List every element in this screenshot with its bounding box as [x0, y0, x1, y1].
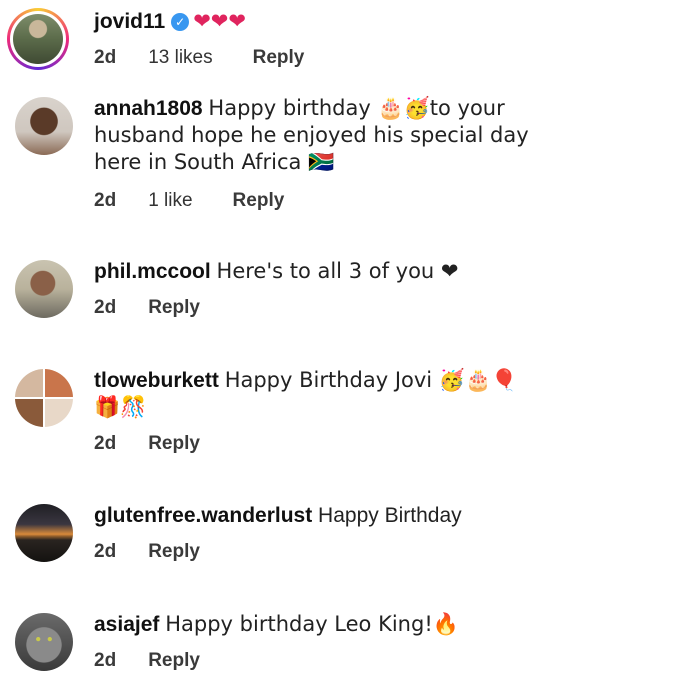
avatar[interactable] [7, 8, 69, 70]
comment-age: 2d [94, 190, 117, 211]
comment-username[interactable]: annah1808 [94, 97, 203, 120]
comment-meta: 2d Reply [94, 650, 660, 672]
comment-meta: 2d 1 like Reply [94, 190, 660, 212]
reply-button[interactable]: Reply [233, 190, 285, 212]
reply-button[interactable]: Reply [148, 433, 200, 455]
verified-badge-icon: ✓ [171, 13, 190, 31]
reply-button[interactable]: Reply [253, 47, 305, 69]
reply-button[interactable]: Reply [148, 650, 200, 672]
comment-username[interactable]: phil.mccool [94, 260, 211, 283]
avatar[interactable] [15, 260, 73, 318]
comment-text: Here's to all 3 of you ❤ [216, 259, 459, 283]
comment-username[interactable]: jovid11 [94, 10, 165, 33]
comment-age: 2d [94, 650, 117, 671]
comment-meta: 2d 13 likes Reply [94, 47, 660, 69]
reply-button[interactable]: Reply [148, 541, 200, 563]
comment-username[interactable]: tloweburkett [94, 369, 219, 392]
comment-username[interactable]: asiajef [94, 613, 159, 636]
comment-meta: 2d Reply [94, 541, 660, 563]
comment-text: Happy birthday Leo King!🔥 [165, 612, 459, 636]
comment-username[interactable]: glutenfree.wanderlust [94, 504, 312, 527]
comment-likes[interactable]: 1 like [148, 190, 192, 212]
comment-age: 2d [94, 541, 117, 562]
comment-likes[interactable]: 13 likes [148, 47, 212, 69]
comment-meta: 2d Reply [94, 433, 660, 455]
comment-text: ❤❤❤ [193, 9, 246, 33]
avatar[interactable] [15, 613, 73, 671]
avatar[interactable] [15, 369, 73, 427]
reply-button[interactable]: Reply [148, 297, 200, 319]
avatar[interactable] [15, 504, 73, 562]
comment-age: 2d [94, 47, 117, 68]
comment-age: 2d [94, 297, 117, 318]
comment-age: 2d [94, 433, 117, 454]
comment-text: Happy Birthday [318, 504, 462, 527]
avatar[interactable] [15, 97, 73, 155]
comment-meta: 2d Reply [94, 297, 660, 319]
